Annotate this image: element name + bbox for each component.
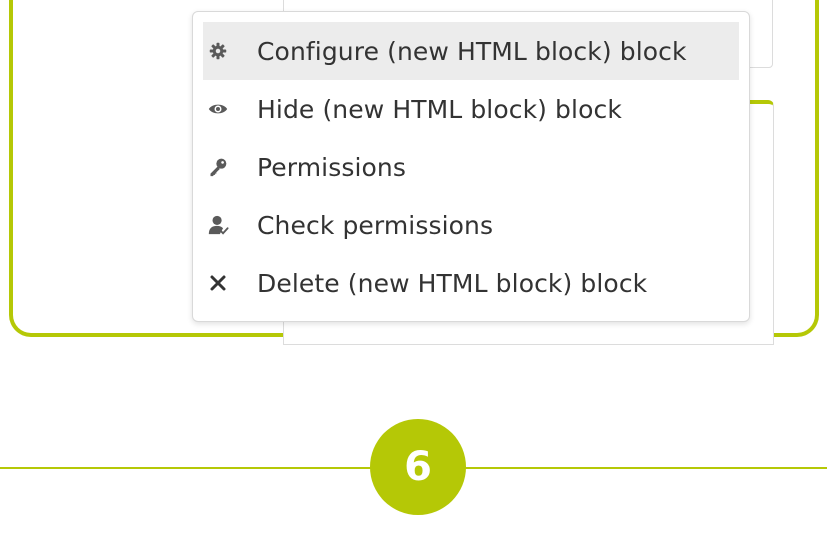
block-actions-menu: Configure (new HTML block) block Hide (n… [192, 11, 750, 322]
screenshot-stage: Configure (new HTML block) block Hide (n… [0, 0, 827, 539]
menu-item-configure[interactable]: Configure (new HTML block) block [203, 22, 739, 80]
menu-item-label: Configure (new HTML block) block [257, 36, 687, 66]
menu-item-hide[interactable]: Hide (new HTML block) block [203, 80, 739, 138]
menu-item-delete[interactable]: Delete (new HTML block) block [203, 254, 739, 312]
key-icon [207, 156, 229, 178]
menu-item-label: Check permissions [257, 210, 494, 240]
step-number-badge: 6 [370, 419, 466, 515]
gear-icon [207, 40, 229, 62]
user-check-icon [207, 214, 229, 236]
menu-item-label: Permissions [257, 152, 406, 182]
close-icon [207, 272, 229, 294]
eye-icon [207, 98, 229, 120]
menu-item-check-permissions[interactable]: Check permissions [203, 196, 739, 254]
menu-item-permissions[interactable]: Permissions [203, 138, 739, 196]
menu-item-label: Hide (new HTML block) block [257, 94, 622, 124]
menu-item-label: Delete (new HTML block) block [257, 268, 648, 298]
